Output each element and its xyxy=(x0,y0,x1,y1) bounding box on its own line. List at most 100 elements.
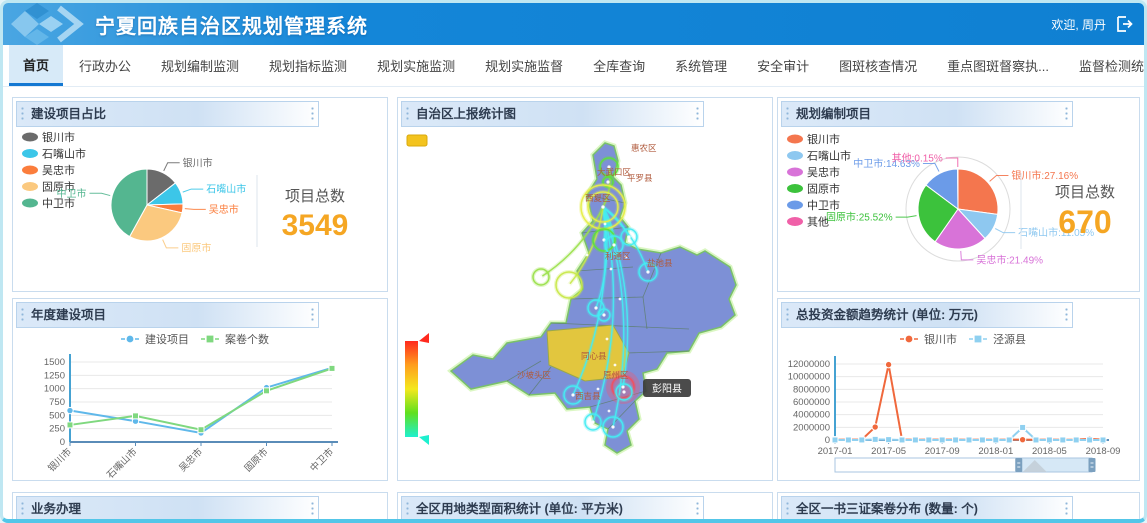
legend-swatch[interactable] xyxy=(22,132,38,142)
data-point[interactable] xyxy=(844,436,852,444)
map-district-label[interactable]: 原州区 xyxy=(603,370,629,380)
map-district-label[interactable]: 利通区 xyxy=(605,251,631,261)
nav-tab-12[interactable]: 监督检测统计 xyxy=(1065,45,1144,86)
legend-label[interactable]: 吴忠市 xyxy=(42,163,75,177)
legend-swatch[interactable] xyxy=(787,167,803,177)
data-point[interactable] xyxy=(898,436,906,444)
panel-header[interactable]: 全区用地类型面积统计 (单位: 平方米) xyxy=(401,496,704,519)
map-district-label[interactable]: 平罗县 xyxy=(627,173,653,183)
legend-swatch[interactable] xyxy=(22,149,38,158)
datazoom-handle[interactable] xyxy=(1015,458,1023,472)
panel-header[interactable]: 全区一书三证案卷分布 (数量: 个) xyxy=(781,496,1074,519)
panel-header[interactable]: 年度建设项目 xyxy=(16,302,319,328)
data-point[interactable] xyxy=(1018,435,1027,444)
map-marker-dot xyxy=(539,275,543,279)
map-district-label[interactable]: 西夏区 xyxy=(585,193,611,203)
legend-label[interactable]: 银川市 xyxy=(924,332,957,346)
map-district-label[interactable]: 同心县 xyxy=(581,351,607,361)
legend-label[interactable]: 建设项目 xyxy=(145,332,189,346)
heat-min-handle[interactable] xyxy=(419,435,429,445)
legend-swatch[interactable] xyxy=(787,200,803,210)
data-point[interactable] xyxy=(1005,436,1013,444)
legend-label[interactable]: 案卷个数 xyxy=(225,332,269,346)
map-district-label[interactable]: 惠农区 xyxy=(631,143,657,153)
datazoom-handle[interactable] xyxy=(1088,458,1096,472)
panel-header[interactable]: 建设项目占比 xyxy=(16,101,319,127)
legend-marker[interactable] xyxy=(974,335,982,343)
panel-investment-line: 总投资金额趋势统计 (单位: 万元) 0 2000000 4000000 600000… xyxy=(777,298,1140,481)
data-point[interactable] xyxy=(1032,436,1040,444)
data-point[interactable] xyxy=(952,436,960,444)
legend-label[interactable]: 银川市 xyxy=(807,132,840,146)
legend-label[interactable]: 吴忠市 xyxy=(807,165,840,179)
data-point[interactable] xyxy=(858,436,866,444)
y-tick-label: 1000 xyxy=(44,384,65,395)
data-point[interactable] xyxy=(871,423,879,431)
panel-header[interactable]: 总投资金额趋势统计 (单位: 万元) xyxy=(781,302,1074,328)
legend-label[interactable]: 中卫市 xyxy=(807,198,840,212)
nav-tab-3[interactable]: 规划编制监测 xyxy=(147,45,253,86)
legend-swatch[interactable] xyxy=(787,217,803,226)
panel-header[interactable]: 自治区上报统计图 xyxy=(401,101,704,127)
nav-tab-6[interactable]: 规划实施监督 xyxy=(471,45,577,86)
nav-tab-8[interactable]: 系统管理 xyxy=(661,45,741,86)
data-point[interactable] xyxy=(197,426,205,434)
data-point[interactable] xyxy=(328,364,336,372)
legend-label[interactable]: 石嘴山市 xyxy=(42,147,86,161)
panel-header[interactable]: 规划编制项目 xyxy=(781,101,1074,127)
data-point[interactable] xyxy=(132,412,139,420)
legend-swatch[interactable] xyxy=(787,151,803,160)
data-point[interactable] xyxy=(925,436,933,444)
data-point[interactable] xyxy=(66,406,74,415)
heat-max-handle[interactable] xyxy=(419,333,429,343)
nav-tab-9[interactable]: 安全审计 xyxy=(743,45,823,86)
data-point[interactable] xyxy=(1059,436,1067,444)
nav-tab-5[interactable]: 规划实施监测 xyxy=(363,45,469,86)
data-point[interactable] xyxy=(1072,436,1080,444)
data-point[interactable] xyxy=(992,436,1000,444)
pie-slice-银川市[interactable] xyxy=(957,168,999,215)
panel-header[interactable]: 业务办理 xyxy=(16,496,319,519)
legend-marker[interactable] xyxy=(905,335,913,343)
data-point[interactable] xyxy=(978,436,986,444)
datazoom-track[interactable] xyxy=(834,457,1020,473)
nav-tab-4[interactable]: 规划指标监测 xyxy=(255,45,361,86)
data-point[interactable] xyxy=(1086,436,1094,444)
logout-icon[interactable] xyxy=(1114,14,1134,34)
legend-marker[interactable] xyxy=(126,335,134,343)
nav-tab-11[interactable]: 重点图斑督察执... xyxy=(933,45,1063,86)
legend-label[interactable]: 石嘴山市 xyxy=(807,149,851,163)
nav-tab-1[interactable]: 首页 xyxy=(9,45,64,86)
legend-swatch[interactable] xyxy=(787,134,803,144)
data-point[interactable] xyxy=(871,435,879,443)
nav-tab-10[interactable]: 图斑核查情况 xyxy=(825,45,931,86)
map-district-label[interactable]: 盐池县 xyxy=(647,258,673,268)
legend-swatch[interactable] xyxy=(787,184,803,193)
region-map[interactable]: 惠农区 大武口区 平罗县 西夏区 利通区 盐池县 同心县 原州区 沙坡头区 西吉县 彭阳县 xyxy=(399,129,771,479)
data-point[interactable] xyxy=(1099,436,1107,444)
nav-tab-2[interactable]: 行政办公 xyxy=(65,45,145,86)
data-point[interactable] xyxy=(965,436,973,444)
legend-label[interactable]: 泾源县 xyxy=(993,332,1026,346)
legend-label[interactable]: 银川市 xyxy=(42,130,75,144)
data-point[interactable] xyxy=(831,436,839,444)
pie-label-leader xyxy=(162,239,179,249)
app-logo-icon xyxy=(11,3,84,45)
data-point[interactable] xyxy=(885,436,893,444)
data-point[interactable] xyxy=(938,436,946,444)
data-point[interactable] xyxy=(66,421,74,429)
map-legend-swatch[interactable] xyxy=(406,134,428,147)
nav-tab-7[interactable]: 全库查询 xyxy=(579,45,659,86)
legend-swatch[interactable] xyxy=(22,182,38,191)
legend-marker[interactable] xyxy=(206,335,214,343)
legend-swatch[interactable] xyxy=(22,198,38,208)
legend-label[interactable]: 固原市 xyxy=(807,182,840,196)
data-point[interactable] xyxy=(263,387,270,395)
map-district-label[interactable]: 沙坡头区 xyxy=(517,370,552,380)
data-point[interactable] xyxy=(884,360,893,369)
data-point[interactable] xyxy=(1045,436,1053,444)
data-point[interactable] xyxy=(911,436,919,444)
map-district-label[interactable]: 西吉县 xyxy=(575,391,601,401)
data-point[interactable] xyxy=(1019,423,1027,431)
legend-swatch[interactable] xyxy=(22,165,38,175)
